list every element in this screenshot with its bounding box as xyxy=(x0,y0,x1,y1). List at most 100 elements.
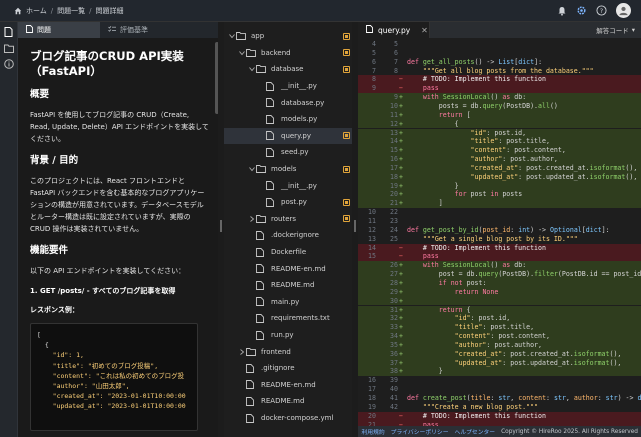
tree-file[interactable]: models.py xyxy=(224,111,354,128)
code-line: 45 xyxy=(358,40,641,49)
file-icon xyxy=(256,297,266,307)
diff-sign: + xyxy=(399,181,403,190)
tree-folder[interactable]: routers xyxy=(224,211,354,228)
tree-file[interactable]: .gitignore xyxy=(224,360,354,377)
tree-folder[interactable]: database xyxy=(224,61,354,78)
breadcrumb: ホーム / 問題一覧 / 問題詳細 xyxy=(0,6,124,16)
document-icon[interactable] xyxy=(4,27,14,37)
tree-item-label: frontend xyxy=(261,347,291,356)
file-icon xyxy=(266,131,276,141)
new-line-number: 32 xyxy=(390,314,398,323)
code-text: "id": post.id, xyxy=(454,314,511,323)
tree-folder[interactable]: models xyxy=(224,161,354,178)
tree-file[interactable]: seed.py xyxy=(224,144,354,161)
diff-sign: + xyxy=(399,305,403,314)
tree-item-label: seed.py xyxy=(281,148,309,157)
new-line-number: 35 xyxy=(390,340,398,349)
tab-evaluation-criteria[interactable]: 評価基準 xyxy=(100,22,156,38)
terms-link[interactable]: 利用規約 xyxy=(361,427,384,436)
chevron-right-icon[interactable] xyxy=(248,216,256,222)
code-text: pass xyxy=(422,84,439,93)
tree-file[interactable]: README.md xyxy=(224,277,354,294)
tree-file[interactable]: requirements.txt xyxy=(224,310,354,327)
code-text: } xyxy=(407,367,443,376)
code-text: def get_all_posts() -> List[dict]: xyxy=(407,57,543,66)
tree-file[interactable]: query.py xyxy=(224,127,354,145)
tree-file[interactable]: run.py xyxy=(224,327,354,344)
privacy-link[interactable]: プライバシーポリシー xyxy=(391,427,449,436)
tree-file[interactable]: database.py xyxy=(224,94,354,111)
tree-file[interactable]: Dockerfile xyxy=(224,244,354,261)
tree-file[interactable]: README-en.md xyxy=(224,260,354,277)
added-line: 26 + with SessionLocal() as db: xyxy=(358,261,641,271)
tree-file[interactable]: README.md xyxy=(224,393,354,410)
tree-folder[interactable]: app xyxy=(224,28,354,45)
added-line: 10 + posts = db.query(PostDB).all() xyxy=(358,101,641,111)
added-line: 12 + { xyxy=(358,119,641,129)
tree-file[interactable]: docker-compose.yml xyxy=(224,410,354,427)
folder-icon[interactable] xyxy=(3,43,14,53)
breadcrumb-home[interactable]: ホーム xyxy=(26,6,47,16)
code-line: "created_at": "2023-01-01T10:00:00 xyxy=(37,392,186,401)
tree-file[interactable]: __init__.py xyxy=(224,177,354,194)
diff-sign: + xyxy=(399,358,403,367)
code-line: [ xyxy=(37,331,41,339)
problem-content: ブログ記事のCRUD API実装（FastAPI） 概要 FastAPI を使用… xyxy=(18,38,221,437)
editor-tab-query-py[interactable]: query.py ✕ xyxy=(358,22,430,38)
diff-marker-icon[interactable] xyxy=(343,215,350,223)
diff-sign: − xyxy=(399,411,403,420)
code-view[interactable]: 4 5 5 6 6 7 def get_all_posts() -> List[dict]:… xyxy=(358,38,641,426)
help-center-link[interactable]: ヘルプセンター xyxy=(455,427,496,436)
diff-sign: + xyxy=(399,296,403,305)
tree-folder[interactable]: backend xyxy=(224,45,354,62)
diff-marker-icon[interactable] xyxy=(343,132,350,140)
new-line-number: 26 xyxy=(390,261,398,270)
file-icon xyxy=(256,330,266,340)
chevron-right-icon[interactable] xyxy=(238,348,246,355)
code-line: 17 40 xyxy=(358,385,641,394)
code-text: pass xyxy=(422,252,439,261)
code-version-dropdown[interactable]: 解答コード ▾ xyxy=(596,25,635,35)
avatar[interactable] xyxy=(616,3,631,18)
close-icon[interactable]: ✕ xyxy=(421,26,428,35)
folder-icon xyxy=(236,31,246,41)
tree-file[interactable]: .dockerignore xyxy=(224,227,354,244)
tree-file[interactable]: README-en.md xyxy=(224,377,354,394)
added-line: 38 + } xyxy=(358,367,641,377)
code-text: "id": post.id, xyxy=(470,128,527,137)
breadcrumb-problem-list[interactable]: 問題一覧 xyxy=(57,6,85,16)
chevron-down-icon[interactable] xyxy=(228,33,236,39)
added-line: 37 + "updated_at": post.updated_at.isofor… xyxy=(358,358,641,368)
diff-marker-icon[interactable] xyxy=(343,65,350,73)
code-text: "title": post.title, xyxy=(470,137,550,146)
bell-icon[interactable] xyxy=(557,6,567,16)
info-icon[interactable] xyxy=(3,59,14,69)
new-line-number: 31 xyxy=(390,305,398,314)
new-line-number: 17 xyxy=(390,163,398,172)
code-text: "content": post.content, xyxy=(470,146,566,155)
new-line-number: 18 xyxy=(390,172,398,181)
tree-file[interactable]: main.py xyxy=(224,294,354,311)
diff-marker-icon[interactable] xyxy=(343,32,350,40)
diff-sign: − xyxy=(399,252,403,261)
code-text: ] xyxy=(407,199,443,208)
file-icon xyxy=(266,197,276,207)
tree-file[interactable]: __init__.py xyxy=(224,78,354,95)
added-line: 28 + if not post: xyxy=(358,278,641,288)
new-line-number: 5 xyxy=(394,40,398,48)
chevron-down-icon[interactable] xyxy=(248,66,256,72)
chevron-down-icon[interactable] xyxy=(238,50,246,56)
diff-marker-icon[interactable] xyxy=(343,165,350,173)
tree-folder[interactable]: frontend xyxy=(224,343,354,360)
tree-item-label: README-en.md xyxy=(271,264,326,273)
gear-icon[interactable] xyxy=(576,5,587,16)
help-icon[interactable]: ? xyxy=(596,5,607,16)
diff-marker-icon[interactable] xyxy=(343,49,350,57)
chevron-down-icon[interactable] xyxy=(248,166,256,172)
tree-file[interactable]: post.py xyxy=(224,194,354,211)
added-line: 27 + post = db.query(PostDB).filter(PostD… xyxy=(358,270,641,279)
tab-problem[interactable]: 問題 xyxy=(18,22,100,38)
diff-marker-icon[interactable] xyxy=(343,198,350,206)
code-text: for post in posts xyxy=(454,190,523,199)
diff-sign: + xyxy=(399,278,403,287)
